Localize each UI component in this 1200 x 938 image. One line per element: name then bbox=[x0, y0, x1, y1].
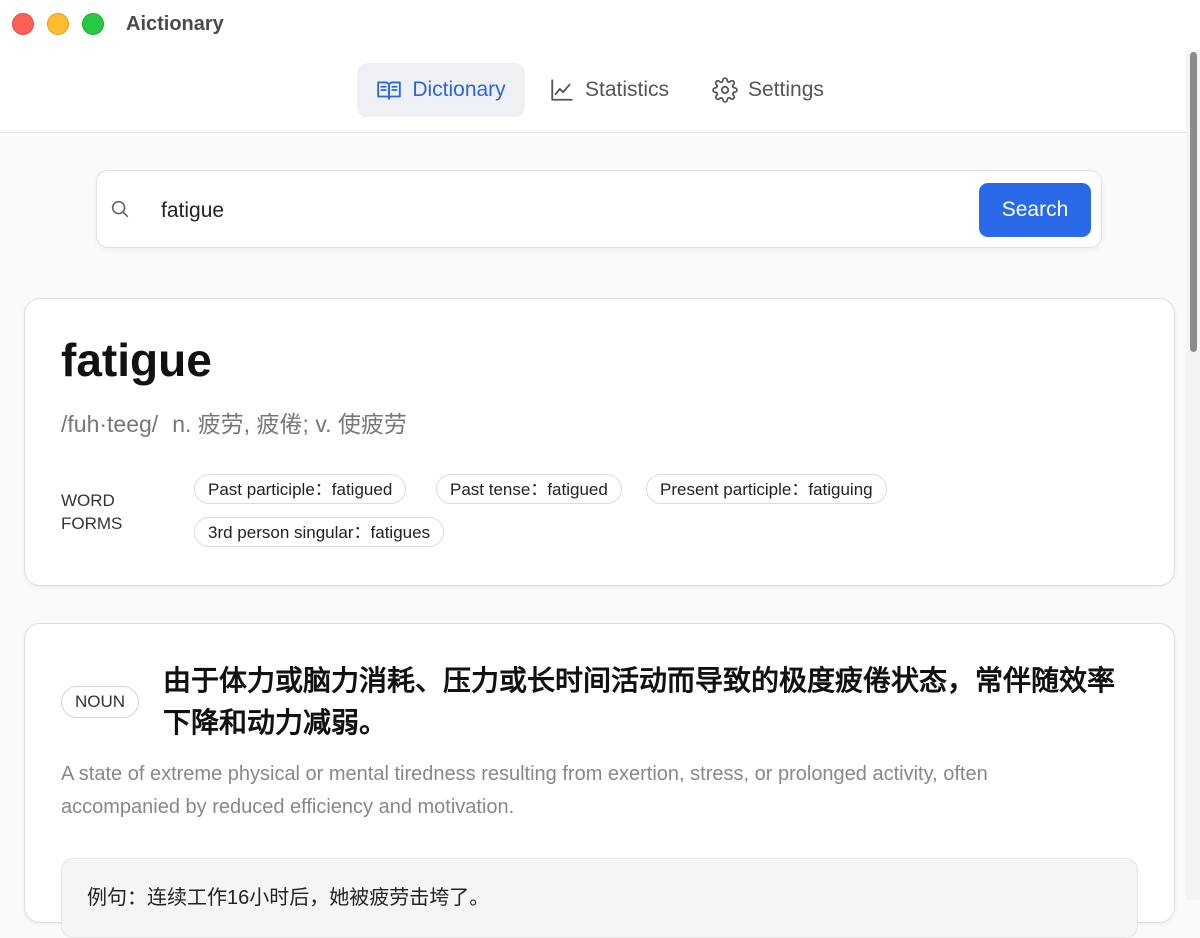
tab-statistics-label: Statistics bbox=[585, 78, 670, 101]
tab-dictionary[interactable]: Dictionary bbox=[357, 63, 525, 117]
word-form-chip: Past participle：fatigued bbox=[194, 474, 407, 504]
app-title: Aictionary bbox=[126, 13, 224, 35]
top-nav: Dictionary Statistics Settings bbox=[0, 50, 1186, 133]
word-form-chip: Past tense：fatigued bbox=[436, 474, 622, 504]
translation: n. 疲劳, 疲倦; v. 使疲劳 bbox=[172, 411, 407, 437]
tab-settings-label: Settings bbox=[748, 78, 824, 101]
pronunciation-line: /fuh·teeg/n. 疲劳, 疲倦; v. 使疲劳 bbox=[61, 405, 407, 439]
scrollbar[interactable] bbox=[1186, 50, 1200, 900]
zoom-window-button[interactable] bbox=[82, 13, 104, 35]
definition-english: A state of extreme physical or mental ti… bbox=[61, 763, 988, 818]
tab-statistics[interactable]: Statistics bbox=[549, 63, 679, 117]
close-window-button[interactable] bbox=[12, 13, 34, 35]
definition-chinese: 由于体力或脑力消耗、压力或长时间活动而导致的极度疲倦状态，常伴随效率下降和动力减… bbox=[163, 665, 1116, 738]
word-form-chip: Present participle：fatiguing bbox=[646, 474, 887, 504]
search-bar: Search bbox=[96, 170, 1102, 248]
tab-dictionary-label: Dictionary bbox=[412, 78, 506, 101]
scrollbar-thumb[interactable] bbox=[1190, 52, 1197, 352]
search-icon bbox=[111, 200, 129, 218]
gear-icon bbox=[712, 77, 738, 103]
search-button[interactable]: Search bbox=[979, 183, 1091, 237]
word-forms-label: WORD FORMS bbox=[61, 491, 123, 533]
title-bar: Aictionary bbox=[0, 0, 1200, 50]
headword: fatigue bbox=[61, 334, 212, 386]
phonetic: /fuh·teeg/ bbox=[61, 411, 159, 437]
chart-line-icon bbox=[551, 79, 573, 101]
book-icon bbox=[377, 81, 402, 100]
part-of-speech-badge: NOUN bbox=[61, 686, 140, 718]
example-sentence: 例句：连续工作16小时后，她被疲劳击垮了。 bbox=[87, 887, 490, 909]
example-box: 例句：连续工作16小时后，她被疲劳击垮了。 bbox=[61, 858, 1138, 938]
word-form-chip: 3rd person singular：fatigues bbox=[194, 517, 445, 547]
search-input[interactable] bbox=[159, 191, 963, 231]
word-entry-card: fatigue /fuh·teeg/n. 疲劳, 疲倦; v. 使疲劳 WORD… bbox=[24, 298, 1175, 586]
tab-settings[interactable]: Settings bbox=[712, 63, 842, 117]
definition-card: NOUN 由于体力或脑力消耗、压力或长时间活动而导致的极度疲倦状态，常伴随效率下… bbox=[24, 623, 1175, 938]
minimize-window-button[interactable] bbox=[47, 13, 69, 35]
